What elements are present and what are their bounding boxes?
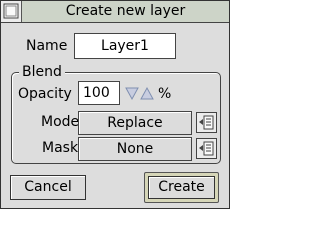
close-icon[interactable] [1,1,22,22]
window-title: Create new layer [22,1,229,22]
arrow-up-icon[interactable] [140,85,154,101]
mode-label: Mode [41,114,80,130]
mask-display: None [78,137,192,161]
name-label: Name [26,38,68,54]
opacity-unit: % [158,86,172,102]
popup-menu-icon [197,141,216,162]
opacity-label: Opacity [18,86,72,102]
mask-label: Mask [42,140,79,156]
name-input[interactable]: Layer1 [74,33,176,59]
opacity-input[interactable]: 100 [78,81,120,105]
mode-menu-button[interactable] [196,112,217,133]
popup-menu-icon [197,115,216,136]
blend-group-title: Blend [19,64,65,80]
mask-menu-button[interactable] [196,138,217,159]
create-button[interactable]: Create [148,176,215,199]
arrow-down-icon[interactable] [125,85,139,101]
cancel-button[interactable]: Cancel [10,175,86,200]
mode-display: Replace [78,111,192,135]
title-bar[interactable]: Create new layer [1,1,229,23]
create-layer-dialog: Create new layer Name Layer1 Blend Opaci… [0,0,230,209]
